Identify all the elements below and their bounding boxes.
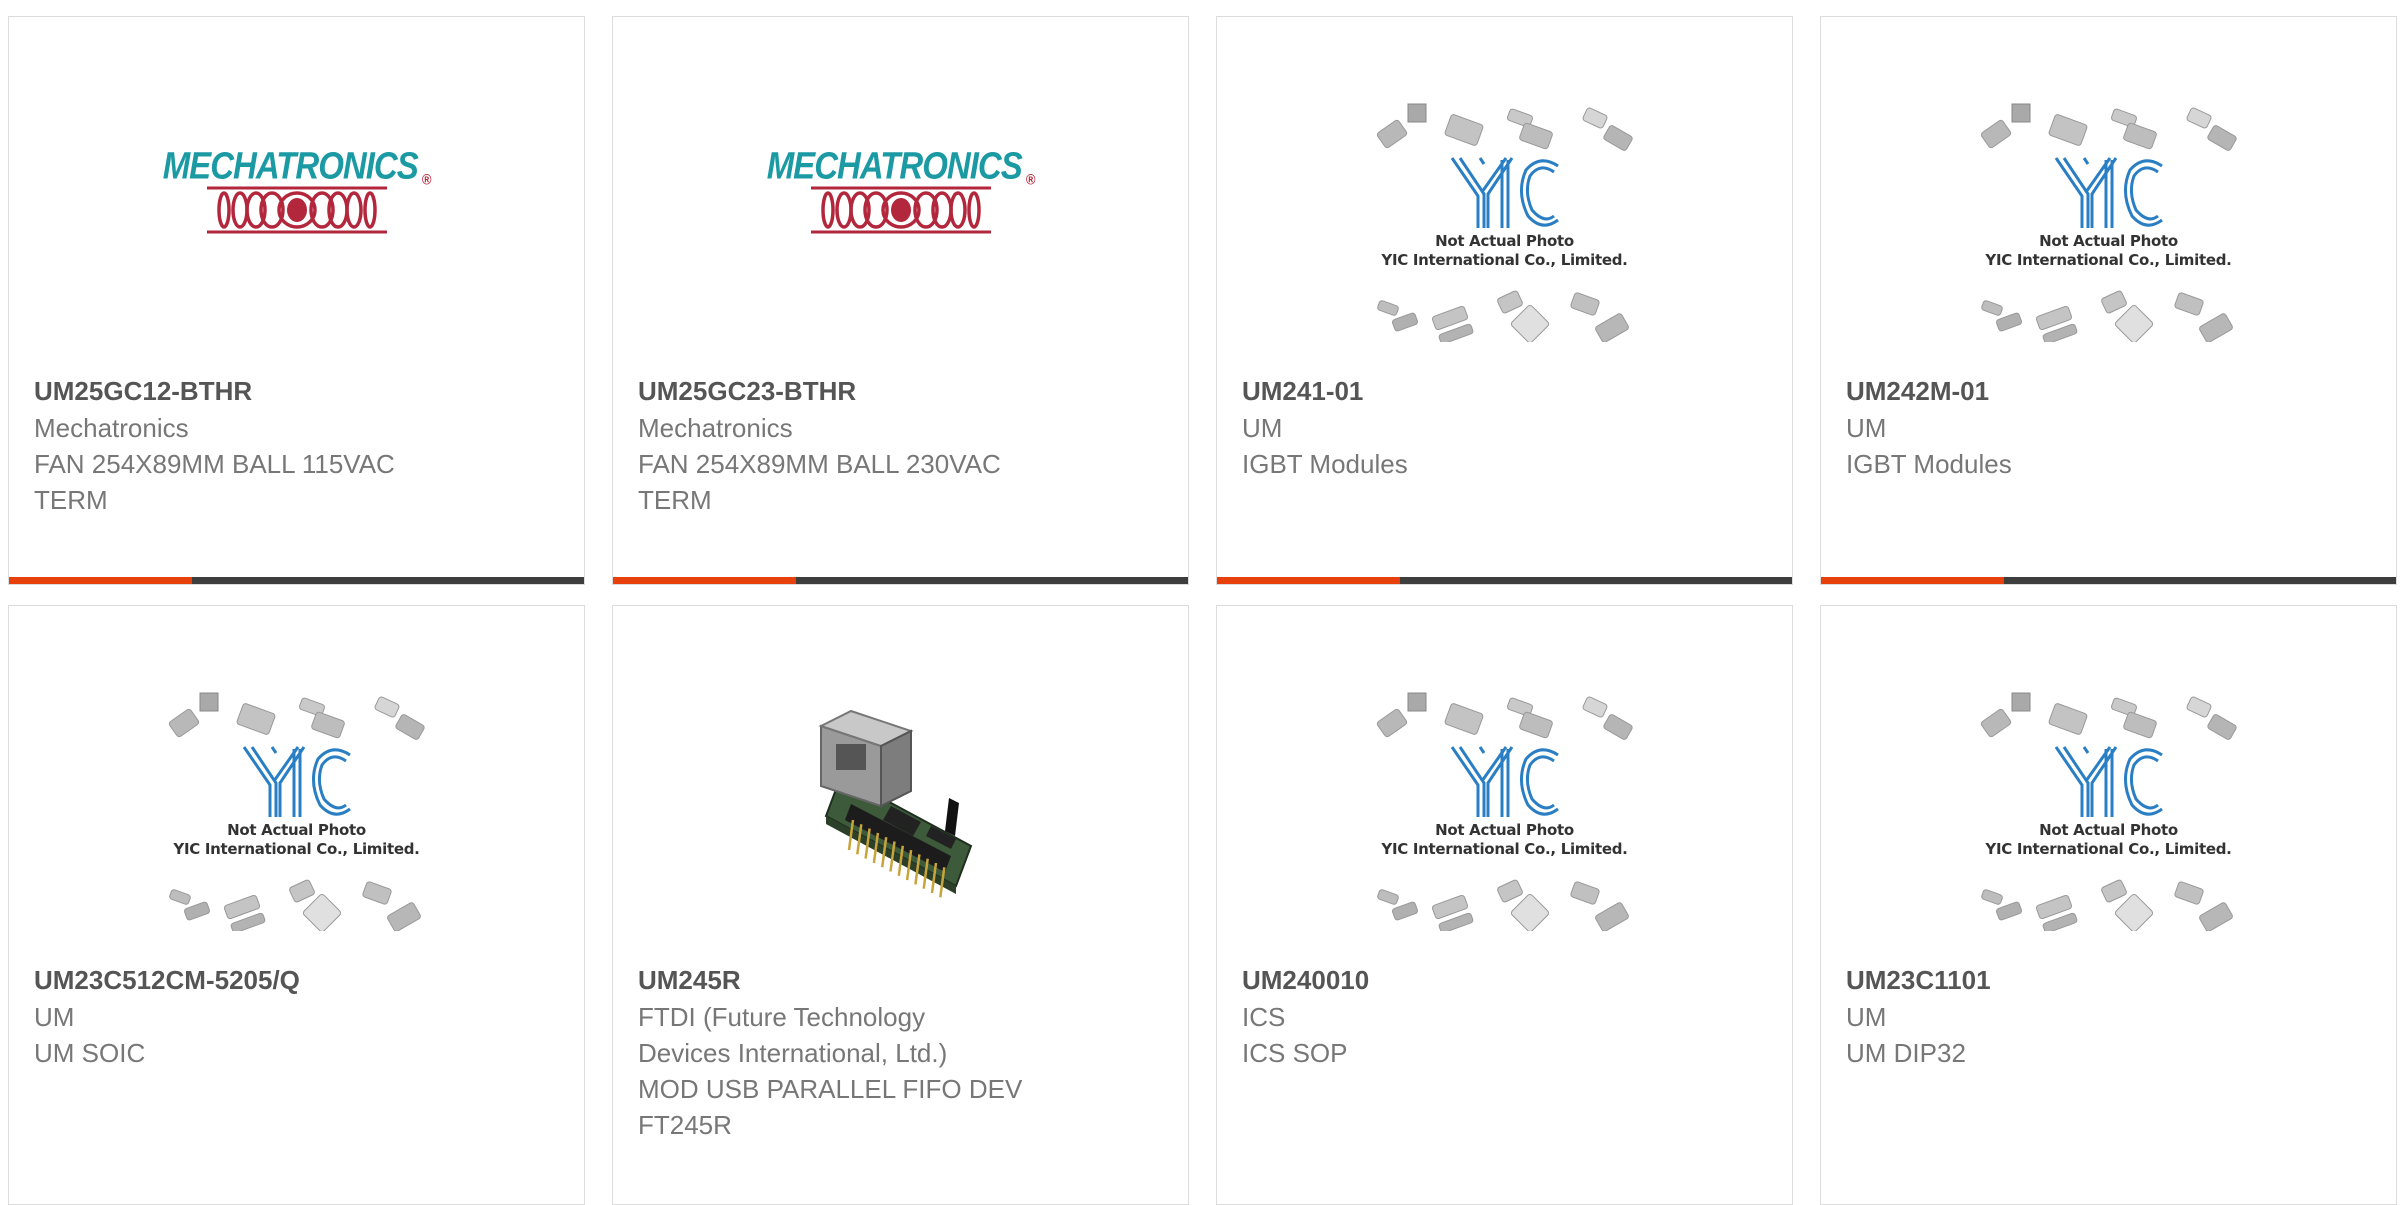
manufacturer-name: Mechatronics <box>34 413 189 443</box>
product-description-line: Devices International, Ltd.) <box>638 1038 948 1068</box>
logo-text: MECHATRONICS <box>162 144 419 187</box>
part-number-link[interactable]: UM242M-01 <box>1846 372 2266 410</box>
product-info: UM25GC12-BTHR Mechatronics FAN 254X89MM BA… <box>34 372 454 518</box>
product-description-line: IGBT Modules <box>1846 449 2012 479</box>
card-hover-bar <box>1821 577 2396 584</box>
product-card[interactable]: MECHATRONICS ® UM25GC23-BTHR Mechatronics FA… <box>612 16 1189 585</box>
product-card[interactable]: UM245R FTDI (Future Technology Devices Int… <box>612 605 1189 1205</box>
logo-rings-icon <box>206 186 387 234</box>
manufacturer-name: ICS <box>1242 1002 1286 1032</box>
product-image[interactable]: Not Actual Photo YIC International Co., L… <box>1821 67 2396 367</box>
product-image[interactable]: MECHATRONICS ® <box>613 67 1188 367</box>
card-accent-segment <box>613 577 796 584</box>
part-number-link[interactable]: UM23C1101 <box>1846 961 2266 999</box>
mechatronics-logo: MECHATRONICS ® <box>767 144 1035 247</box>
logo-text: MECHATRONICS <box>766 144 1023 187</box>
product-card[interactable]: Not Actual Photo YIC International Co., L… <box>1820 16 2397 585</box>
yic-company-note: YIC International Co., Limited. <box>1381 251 1628 269</box>
product-image[interactable]: Not Actual Photo YIC International Co., L… <box>1217 67 1792 367</box>
product-description-line: UM SOIC <box>34 1038 146 1068</box>
manufacturer-name: UM <box>1242 413 1283 443</box>
product-info: UM25GC23-BTHR Mechatronics FAN 254X89MM BA… <box>638 372 1058 518</box>
product-card[interactable]: MECHATRONICS ® UM25GC12-BTHR Mechatronics FA… <box>8 16 585 585</box>
part-number-link[interactable]: UM25GC23-BTHR <box>638 372 1058 410</box>
yic-placeholder-image: Not Actual Photo YIC International Co., L… <box>1360 681 1650 931</box>
yic-placeholder-image: Not Actual Photo YIC International Co., L… <box>1964 681 2254 931</box>
product-info: UM241-01 UM IGBT Modules <box>1242 372 1662 482</box>
not-actual-photo-note: Not Actual Photo <box>2039 232 2178 250</box>
not-actual-photo-note: Not Actual Photo <box>227 821 366 839</box>
product-description-line: IGBT Modules <box>1242 449 1408 479</box>
chip-packages-icon <box>1376 692 1633 931</box>
card-accent-segment <box>9 577 192 584</box>
registered-mark: ® <box>421 170 432 188</box>
product-info: UM242M-01 UM IGBT Modules <box>1846 372 2266 482</box>
product-info: UM23C512CM-5205/Q UM UM SOIC <box>34 961 454 1071</box>
manufacturer-name: UM <box>34 1002 75 1032</box>
product-info: UM240010 ICS ICS SOP <box>1242 961 1662 1071</box>
card-hover-bar <box>9 577 584 584</box>
part-number-link[interactable]: UM245R <box>638 961 1058 999</box>
product-description-line: MOD USB PARALLEL FIFO DEV <box>638 1074 1023 1104</box>
product-description-line: FAN 254X89MM BALL 115VAC <box>34 449 395 479</box>
yic-placeholder-image: Not Actual Photo YIC International Co., L… <box>1360 92 1650 342</box>
manufacturer-name: Mechatronics <box>638 413 793 443</box>
product-image[interactable]: Not Actual Photo YIC International Co., L… <box>1217 656 1792 956</box>
part-number-link[interactable]: UM240010 <box>1242 961 1662 999</box>
registered-mark: ® <box>1025 170 1036 188</box>
card-accent-segment <box>1821 577 2004 584</box>
manufacturer-name: UM <box>1846 413 1887 443</box>
product-info: UM245R FTDI (Future Technology Devices Int… <box>638 961 1058 1143</box>
product-image[interactable] <box>613 656 1188 956</box>
product-description-line: TERM <box>638 485 712 515</box>
product-info: UM23C1101 UM UM DIP32 <box>1846 961 2266 1071</box>
part-number-link[interactable]: UM23C512CM-5205/Q <box>34 961 454 999</box>
yic-company-note: YIC International Co., Limited. <box>173 840 420 858</box>
not-actual-photo-note: Not Actual Photo <box>2039 821 2178 839</box>
part-number-link[interactable]: UM25GC12-BTHR <box>34 372 454 410</box>
card-accent-segment <box>1217 577 1400 584</box>
mechatronics-logo: MECHATRONICS ® <box>163 144 431 247</box>
yic-company-note: YIC International Co., Limited. <box>1985 251 2232 269</box>
product-card[interactable]: Not Actual Photo YIC International Co., L… <box>1216 16 1793 585</box>
product-description-line: TERM <box>34 485 108 515</box>
product-card[interactable]: Not Actual Photo YIC International Co., L… <box>8 605 585 1205</box>
logo-wordmark: MECHATRONICS ® <box>766 144 1036 188</box>
logo-wordmark: MECHATRONICS ® <box>162 144 432 188</box>
product-description-line: ICS SOP <box>1242 1038 1348 1068</box>
not-actual-photo-note: Not Actual Photo <box>1435 821 1574 839</box>
product-image[interactable]: Not Actual Photo YIC International Co., L… <box>1821 656 2396 956</box>
yic-company-note: YIC International Co., Limited. <box>1985 840 2232 858</box>
chip-packages-icon <box>168 692 425 931</box>
product-image[interactable]: Not Actual Photo YIC International Co., L… <box>9 656 584 956</box>
product-description-line: FAN 254X89MM BALL 230VAC <box>638 449 1001 479</box>
usb-module-photo <box>817 709 972 898</box>
chip-packages-icon <box>1980 103 2237 342</box>
card-hover-bar <box>1217 577 1792 584</box>
not-actual-photo-note: Not Actual Photo <box>1435 232 1574 250</box>
chip-packages-icon <box>1980 692 2237 931</box>
product-image[interactable]: MECHATRONICS ® <box>9 67 584 367</box>
yic-placeholder-image: Not Actual Photo YIC International Co., L… <box>1964 92 2254 342</box>
manufacturer-name: UM <box>1846 1002 1887 1032</box>
part-number-link[interactable]: UM241-01 <box>1242 372 1662 410</box>
logo-rings-icon <box>810 186 991 234</box>
card-hover-bar <box>613 577 1188 584</box>
yic-company-note: YIC International Co., Limited. <box>1381 840 1628 858</box>
manufacturer-name: FTDI (Future Technology <box>638 1002 926 1032</box>
product-description-line: FT245R <box>638 1110 732 1140</box>
product-grid: MECHATRONICS ® UM25GC12-BTHR Mechatronics FA… <box>0 0 2400 1205</box>
chip-packages-icon <box>1376 103 1633 342</box>
product-card[interactable]: Not Actual Photo YIC International Co., L… <box>1216 605 1793 1205</box>
product-description-line: UM DIP32 <box>1846 1038 1966 1068</box>
yic-placeholder-image: Not Actual Photo YIC International Co., L… <box>152 681 442 931</box>
product-card[interactable]: Not Actual Photo YIC International Co., L… <box>1820 605 2397 1205</box>
